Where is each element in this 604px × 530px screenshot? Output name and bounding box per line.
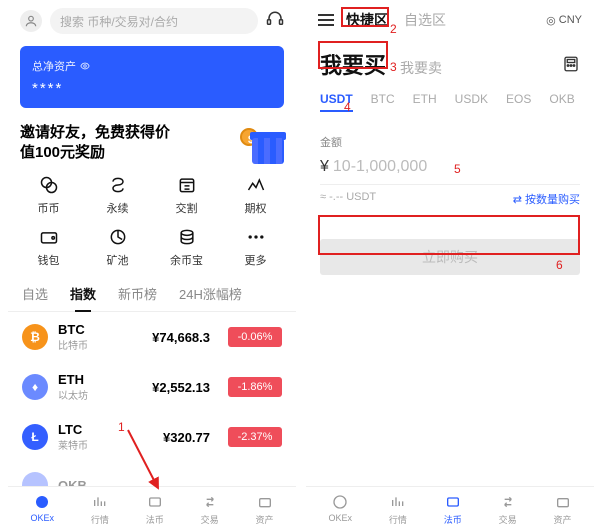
by-quantity-link[interactable]: ⇄ 按数量购买 — [513, 191, 580, 207]
grid-pool[interactable]: 矿池 — [83, 226, 152, 268]
search-input[interactable]: 搜索 币种/交易对/合约 — [50, 8, 258, 34]
buy-now-button[interactable]: 立即购买 — [320, 239, 580, 275]
nav-fiat[interactable]: 法币 — [146, 493, 164, 526]
list-item[interactable]: Ł LTC莱特币 ¥320.77 -2.37% — [8, 412, 296, 462]
change-badge: -0.06% — [228, 327, 282, 347]
coin-usdt[interactable]: USDT — [320, 92, 353, 112]
nav-assets[interactable]: 资产 — [256, 493, 274, 526]
asset-value: **** — [32, 80, 272, 97]
amount-input[interactable]: ¥ 10-1,000,000 — [320, 158, 580, 185]
buy-sell-tabs: 我要买 我要卖 — [306, 40, 594, 84]
grid-wallet[interactable]: 钱包 — [14, 226, 83, 268]
calculator-icon[interactable] — [562, 55, 580, 78]
tab-new[interactable]: 新币榜 — [118, 284, 157, 311]
change-badge: -1.86% — [228, 377, 282, 397]
menu-icon[interactable] — [318, 14, 334, 26]
coin-eos[interactable]: EOS — [506, 92, 531, 112]
coin-tabs: USDT BTC ETH USDK EOS OKB — [306, 84, 594, 120]
list-item[interactable]: ₿ BTC比特币 ¥74,668.3 -0.06% — [8, 312, 296, 362]
tab-24h[interactable]: 24H涨幅榜 — [179, 284, 242, 311]
tab-sell[interactable]: 我要卖 — [400, 58, 442, 78]
change-badge: -2.37% — [228, 427, 282, 447]
nav-market[interactable]: 行情 — [91, 493, 109, 526]
coin-btc[interactable]: BTC — [371, 92, 395, 112]
grid-option[interactable]: 期权 — [221, 174, 290, 216]
grid-bibi[interactable]: 币币 — [14, 174, 83, 216]
avatar-icon[interactable] — [20, 10, 42, 32]
invite-banner[interactable]: 邀请好友，免费获得价值100元奖励 $ — [20, 122, 284, 164]
list-item[interactable]: ♦ ETH以太坊 ¥2,552.13 -1.86% — [8, 362, 296, 412]
price: ¥2,552.13 — [152, 380, 210, 395]
market-tabs: 自选 指数 新币榜 24H涨幅榜 — [8, 284, 296, 312]
support-icon[interactable] — [266, 10, 284, 33]
tab-custom[interactable]: 自选区 — [404, 10, 446, 30]
asset-card[interactable]: 总净资产 **** — [20, 46, 284, 108]
grid-delivery[interactable]: 交割 — [152, 174, 221, 216]
nav-trade[interactable]: 交易 — [201, 493, 219, 526]
tab-favorites[interactable]: 自选 — [22, 284, 48, 311]
bottom-nav: OKEx 行情 法币 交易 资产 — [8, 486, 296, 530]
approx-label: ≈ -.-- USDT — [320, 191, 376, 207]
okb-icon — [22, 472, 48, 486]
tab-buy[interactable]: 我要买 — [320, 48, 386, 80]
coin-okb[interactable]: OKB — [549, 92, 574, 112]
grid-more[interactable]: 更多 — [221, 226, 290, 268]
top-bar: 搜索 币种/交易对/合约 — [8, 0, 296, 42]
nav-okex[interactable]: OKEx — [30, 493, 54, 526]
invite-text: 邀请好友，免费获得价值100元奖励 — [20, 123, 170, 164]
tab-index[interactable]: 指数 — [70, 284, 96, 311]
eth-icon: ♦ — [22, 374, 48, 400]
coin-eth[interactable]: ETH — [413, 92, 437, 112]
feature-grid: 币币 永续 交割 期权 钱包 矿池 余币宝 更多 — [14, 174, 290, 268]
nav-trade[interactable]: 交易 — [499, 493, 517, 526]
tab-quick[interactable]: 快捷区 — [346, 10, 388, 30]
grid-savings[interactable]: 余币宝 — [152, 226, 221, 268]
ltc-icon: Ł — [22, 424, 48, 450]
nav-fiat[interactable]: 法币 — [444, 493, 462, 526]
grid-perp[interactable]: 永续 — [83, 174, 152, 216]
purchase-form: 金额 ¥ 10-1,000,000 ≈ -.-- USDT ⇄ 按数量购买 — [306, 120, 594, 221]
coin-usdk[interactable]: USDK — [455, 92, 488, 112]
amount-label: 金额 — [320, 134, 580, 150]
nav-market[interactable]: 行情 — [389, 493, 407, 526]
price: ¥320.77 — [163, 430, 210, 445]
list-item[interactable]: OKB — [8, 462, 296, 486]
nav-okex[interactable]: OKEx — [328, 493, 352, 526]
price: ¥74,668.3 — [152, 330, 210, 345]
coin-list: ₿ BTC比特币 ¥74,668.3 -0.06% ♦ ETH以太坊 ¥2,55… — [8, 312, 296, 486]
currency-selector[interactable]: ◎ CNY — [546, 14, 582, 27]
nav-assets[interactable]: 资产 — [554, 493, 572, 526]
right-top-bar: 快捷区 自选区 ◎ CNY — [306, 0, 594, 40]
gift-icon: $ — [238, 122, 284, 164]
btc-icon: ₿ — [22, 324, 48, 350]
bottom-nav: OKEx 行情 法币 交易 资产 — [306, 486, 594, 530]
asset-label: 总净资产 — [32, 58, 272, 74]
